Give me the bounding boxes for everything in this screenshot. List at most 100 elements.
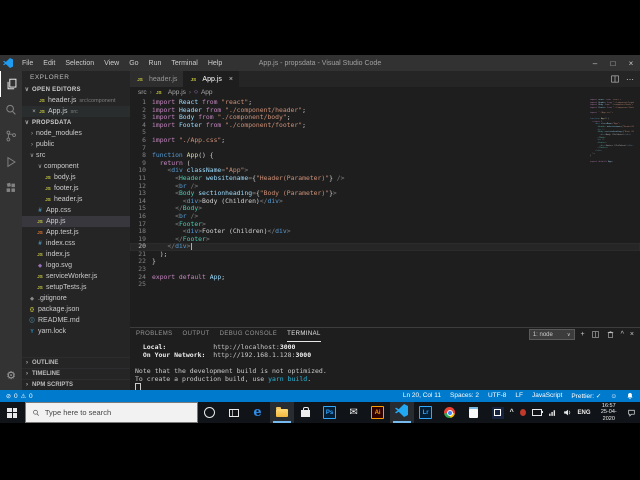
file-row-header.js[interactable]: JS header.js	[22, 194, 130, 205]
language-indicator[interactable]: ENG	[578, 410, 591, 416]
tray-app-icon[interactable]	[519, 409, 526, 416]
code-line[interactable]: 8 function App() {	[130, 151, 640, 160]
menu-help[interactable]: Help	[203, 60, 227, 67]
sidebar-section-npm-scripts[interactable]: › NPM SCRIPTS	[22, 379, 130, 390]
taskbar-chrome[interactable]	[438, 402, 462, 423]
code-line[interactable]: 6 import "./App.css";	[130, 136, 640, 145]
file-row-index.css[interactable]: # index.css	[22, 238, 130, 249]
taskbar-store[interactable]	[294, 402, 318, 423]
bell-icon[interactable]	[626, 392, 634, 400]
extensions-icon[interactable]	[0, 175, 22, 201]
menu-run[interactable]: Run	[144, 60, 167, 67]
file-row-footer.js[interactable]: JS footer.js	[22, 183, 130, 194]
minimap[interactable]: import React from "react"; import Header …	[590, 99, 634, 166]
sidebar-section-outline[interactable]: › OUTLINE	[22, 357, 130, 368]
search-icon[interactable]	[0, 97, 22, 123]
taskbar-lightroom[interactable]: Lr	[414, 402, 438, 423]
run-debug-icon[interactable]	[0, 149, 22, 175]
maximize-icon[interactable]: □	[604, 55, 622, 71]
panel-tab-problems[interactable]: PROBLEMS	[136, 328, 173, 341]
file-row-src[interactable]: ∨ src	[22, 150, 130, 161]
menu-file[interactable]: File	[17, 60, 38, 67]
code-line[interactable]: 4 import Footer from "./component/footer…	[130, 121, 640, 130]
file-row-setupTests.js[interactable]: JS setupTests.js	[22, 282, 130, 293]
shell-selector[interactable]: 1: node ∨	[528, 329, 575, 340]
open-editor-App.js[interactable]: × JS App.js src	[22, 106, 130, 117]
file-row-.gitignore[interactable]: ◆ .gitignore	[22, 293, 130, 304]
code-line[interactable]: 22 }	[130, 258, 640, 266]
network-icon[interactable]	[548, 408, 557, 417]
menu-view[interactable]: View	[99, 60, 124, 67]
maximize-panel-icon[interactable]: ^	[621, 331, 624, 338]
code-line[interactable]: 15 </Body>	[130, 205, 640, 213]
file-row-package.json[interactable]: {} package.json	[22, 304, 130, 315]
feedback-smiley-icon[interactable]: ☺	[610, 393, 617, 400]
terminal-output[interactable]: Local: http://localhost:3000 On Your Net…	[130, 341, 640, 392]
taskbar-mail[interactable]: ✉	[342, 402, 366, 423]
status-item[interactable]: Prettier: ✓	[571, 392, 601, 400]
code-line[interactable]: 20 </div>	[130, 242, 640, 251]
kill-terminal-icon[interactable]	[606, 330, 615, 339]
code-line[interactable]: 21 );	[130, 250, 640, 259]
file-row-component[interactable]: ∨ component	[22, 161, 130, 172]
editor-tab-App.js[interactable]: JS App.js ×	[183, 71, 239, 87]
explorer-icon[interactable]	[0, 71, 22, 97]
action-center-icon[interactable]	[627, 408, 636, 417]
minimize-icon[interactable]: –	[586, 55, 604, 71]
split-editor-icon[interactable]	[610, 74, 620, 84]
taskbar-edge[interactable]: e	[246, 402, 270, 423]
panel-tab-debug-console[interactable]: DEBUG CONSOLE	[220, 328, 278, 341]
file-row-README.md[interactable]: ⓘ README.md	[22, 315, 130, 326]
code-line[interactable]: 19 </Footer>	[130, 235, 640, 244]
menu-terminal[interactable]: Terminal	[166, 60, 202, 67]
problems-status[interactable]: ⊘ 0 ⚠ 0	[6, 393, 33, 400]
taskbar-notepad[interactable]	[462, 402, 486, 423]
panel-tab-output[interactable]: OUTPUT	[183, 328, 210, 341]
taskbar-search-input[interactable]: Type here to search	[24, 402, 198, 423]
status-item[interactable]: JavaScript	[532, 392, 562, 400]
close-icon[interactable]: ×	[622, 55, 640, 71]
breadcrumb-item[interactable]: App.js	[168, 89, 186, 96]
volume-icon[interactable]	[563, 408, 572, 417]
tab-close-icon[interactable]: ×	[229, 76, 233, 83]
breadcrumb-item[interactable]: App	[201, 89, 213, 96]
file-row-App.js[interactable]: JS App.js	[22, 216, 130, 227]
code-line[interactable]: 25	[130, 281, 640, 289]
taskbar-vscode[interactable]	[389, 402, 414, 423]
taskbar-illustrator[interactable]: Ai	[366, 402, 390, 423]
status-item[interactable]: Spaces: 2	[450, 392, 479, 400]
code-line[interactable]: 14 <div>Body (Children)</div>	[130, 197, 640, 206]
status-item[interactable]: Ln 20, Col 11	[403, 392, 441, 400]
code-editor[interactable]: 1 import React from "react"; 2 import He…	[130, 97, 640, 327]
taskbar-cortana[interactable]	[198, 402, 222, 423]
split-terminal-icon[interactable]	[591, 330, 600, 339]
tray-chevron-up-icon[interactable]: ^	[510, 409, 514, 416]
taskbar-task-view[interactable]	[222, 402, 246, 423]
gear-icon[interactable]: ⚙	[6, 364, 16, 386]
close-panel-icon[interactable]: ×	[630, 331, 634, 338]
file-row-node_modules[interactable]: › node_modules	[22, 128, 130, 139]
code-line[interactable]: 16 <br />	[130, 212, 640, 221]
file-row-body.js[interactable]: JS body.js	[22, 172, 130, 183]
editor-tab-header.js[interactable]: JS header.js	[130, 71, 184, 87]
project-header[interactable]: ∨ PROPSDATA	[22, 117, 130, 128]
taskbar-file-explorer[interactable]	[269, 402, 294, 423]
taskbar-photoshop[interactable]: Ps	[318, 402, 342, 423]
sidebar-section-timeline[interactable]: › TIMELINE	[22, 368, 130, 379]
taskbar-media-player[interactable]	[486, 402, 510, 423]
file-row-yarn.lock[interactable]: Yyarn.lock	[22, 326, 130, 337]
file-row-App.test.js[interactable]: JS App.test.js	[22, 227, 130, 238]
file-row-index.js[interactable]: JS index.js	[22, 249, 130, 260]
status-item[interactable]: LF	[515, 392, 523, 400]
close-editor-icon[interactable]: ×	[30, 109, 38, 115]
start-button[interactable]	[0, 402, 25, 423]
code-line[interactable]: 24 export default App;	[130, 273, 640, 282]
menu-selection[interactable]: Selection	[60, 60, 99, 67]
clock[interactable]: 16:57 25-04-2020	[597, 403, 621, 423]
breadcrumb-item[interactable]: src	[138, 89, 147, 96]
breadcrumb[interactable]: src › JS App.js › ◇ App	[130, 87, 640, 97]
source-control-icon[interactable]	[0, 123, 22, 149]
status-item[interactable]: UTF-8	[488, 392, 506, 400]
code-line[interactable]: 11 <Header websitename={"Header(Paramete…	[130, 174, 640, 183]
menu-edit[interactable]: Edit	[38, 60, 60, 67]
